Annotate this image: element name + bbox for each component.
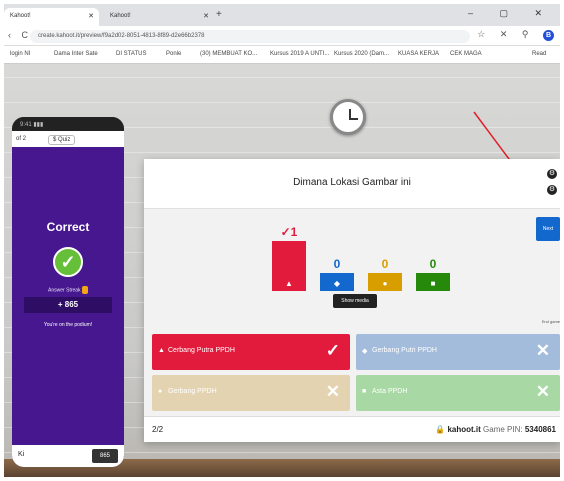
browser-tab-bar: Kahoot! ✕ Kahoot! ✕ + – ▢ ✕ (4, 4, 560, 26)
bookmark-item[interactable]: login NI (10, 51, 30, 57)
show-media-button[interactable]: Show media (333, 294, 377, 308)
square-icon: ■ (362, 388, 367, 395)
end-game-link[interactable]: End game (542, 319, 560, 324)
bookmark-item[interactable]: Kursus 2019 A UNTI... (270, 51, 329, 57)
phone-status-bar: 9:41 ▮▮▮ (12, 117, 124, 131)
lock-icon: 🔒 (435, 425, 446, 434)
phone-player-view: 9:41 ▮▮▮ of 2 $ Quiz Correct ✓ Answer St… (12, 117, 124, 467)
tab-label: Kahoot! (110, 13, 131, 19)
cross-icon: ✕ (325, 382, 340, 401)
settings-icon[interactable]: ⚙ (547, 169, 557, 179)
bookmark-item[interactable]: Dama Inter Sate (54, 51, 98, 57)
settings-icon[interactable]: ⚙ (547, 185, 557, 195)
nav-buttons[interactable]: ‹ C (8, 30, 32, 40)
result-bar-count: 0 (429, 257, 437, 271)
cross-icon: ✕ (535, 382, 550, 401)
streak-label: Answer Streak (48, 287, 81, 294)
panel-footer: 2/2 🔒 kahoot.it Game PIN: 5340861 (144, 416, 560, 442)
result-bar-icon: ◆ (320, 277, 354, 291)
phone-footer: Ki 865 (12, 445, 124, 467)
points-earned: + 865 (24, 297, 112, 313)
bookmark-item[interactable]: (30) MEMBUAT KO... (200, 51, 257, 57)
answer-option-yellow: ● Gerbang PPDH ✕ (152, 375, 350, 411)
player-score: 865 (92, 449, 118, 463)
cross-icon: ✕ (535, 341, 550, 360)
browser-tab[interactable]: Kahoot! ✕ (104, 8, 214, 26)
game-pin-info: 🔒 kahoot.it Game PIN: 5340861 (435, 425, 556, 434)
check-icon: ✓ (53, 247, 83, 277)
diamond-icon: ◆ (362, 348, 368, 355)
brand-name: kahoot.it (447, 425, 481, 434)
answer-text: Gerbang PPDH (168, 388, 217, 395)
streak-badge-icon (81, 286, 88, 294)
result-bar (272, 241, 306, 277)
answer-option-green: ■ Asta PPDH ✕ (356, 375, 560, 411)
result-bar-count: 0 (333, 257, 341, 271)
bookmark-item[interactable]: Ponle (166, 51, 181, 57)
answer-option-red: ▲ Cerbang Putra PPDH ✓ (152, 334, 350, 370)
quiz-label: $ Quiz (48, 135, 76, 145)
check-icon: ✓ (325, 341, 340, 360)
podium-message: You're on the podium! (43, 322, 93, 328)
url-field[interactable]: create.kahoot.it/preview/f9a2d02-8051-48… (30, 30, 470, 43)
next-button[interactable]: Next (536, 217, 560, 241)
kahoot-host-panel: Dimana Lokasi Gambar ini ⚙ ⚙ Next ▲ ✓1 ◆ 0 ●… (144, 159, 560, 442)
profile-avatar[interactable]: B (543, 30, 554, 41)
question-bar: Dimana Lokasi Gambar ini ⚙ ⚙ (144, 159, 560, 209)
answer-text: Asta PPDH (372, 388, 408, 395)
close-icon[interactable]: ✕ (88, 12, 94, 20)
result-bar-count: 0 (381, 257, 389, 271)
answer-text: Gerbang Putri PPDH (372, 347, 437, 354)
result-title: Correct (46, 220, 90, 234)
new-tab-button[interactable]: + (216, 9, 222, 20)
player-name: Ki (18, 451, 25, 458)
address-bar-row: ‹ C create.kahoot.it/preview/f9a2d02-805… (4, 26, 560, 46)
question-text: Dimana Lokasi Gambar ini (293, 177, 411, 188)
pin-label: Game PIN: (483, 425, 523, 434)
bookmark-item[interactable]: KUASA KERJA (398, 51, 439, 57)
result-bar-icon: ▲ (272, 277, 306, 291)
bookmarks-bar: login NI Dama Inter Sate DI STATUS Ponle… (4, 46, 560, 64)
browser-tab-active[interactable]: Kahoot! ✕ (4, 8, 99, 26)
result-bar-icon: ■ (416, 277, 450, 291)
answer-option-blue: ◆ Gerbang Putri PPDH ✕ (356, 334, 560, 370)
game-pin: 5340861 (524, 425, 556, 434)
triangle-icon: ▲ (158, 347, 165, 354)
extension-icons[interactable]: ☆ ✕ ⚲ (477, 29, 534, 39)
tab-label: Kahoot! (10, 13, 31, 19)
result-bar-count: ✓1 (280, 225, 298, 239)
question-counter: of 2 (16, 136, 27, 142)
address-icons: ☆ ✕ ⚲ B (477, 29, 554, 41)
close-icon[interactable]: ✕ (203, 12, 209, 20)
window-controls[interactable]: – ▢ ✕ (468, 8, 554, 19)
result-bar-icon: ● (368, 277, 402, 291)
bookmark-item[interactable]: Read (532, 51, 546, 57)
answer-text: Cerbang Putra PPDH (168, 347, 235, 354)
phone-result-screen: Correct ✓ Answer Streak + 865 You're on … (12, 147, 124, 445)
bookmark-item[interactable]: CEK MAGA (450, 51, 482, 57)
phone-header: of 2 $ Quiz (12, 131, 124, 147)
question-progress: 2/2 (152, 425, 164, 434)
screenshot: Kahoot! ✕ Kahoot! ✕ + – ▢ ✕ ‹ C create.k… (4, 4, 560, 477)
answer-streak: Answer Streak (12, 286, 124, 294)
bookmark-item[interactable]: DI STATUS (116, 51, 146, 57)
bookmark-item[interactable]: Kursus 2020 (Dam... (334, 51, 389, 57)
circle-icon: ● (158, 388, 163, 395)
